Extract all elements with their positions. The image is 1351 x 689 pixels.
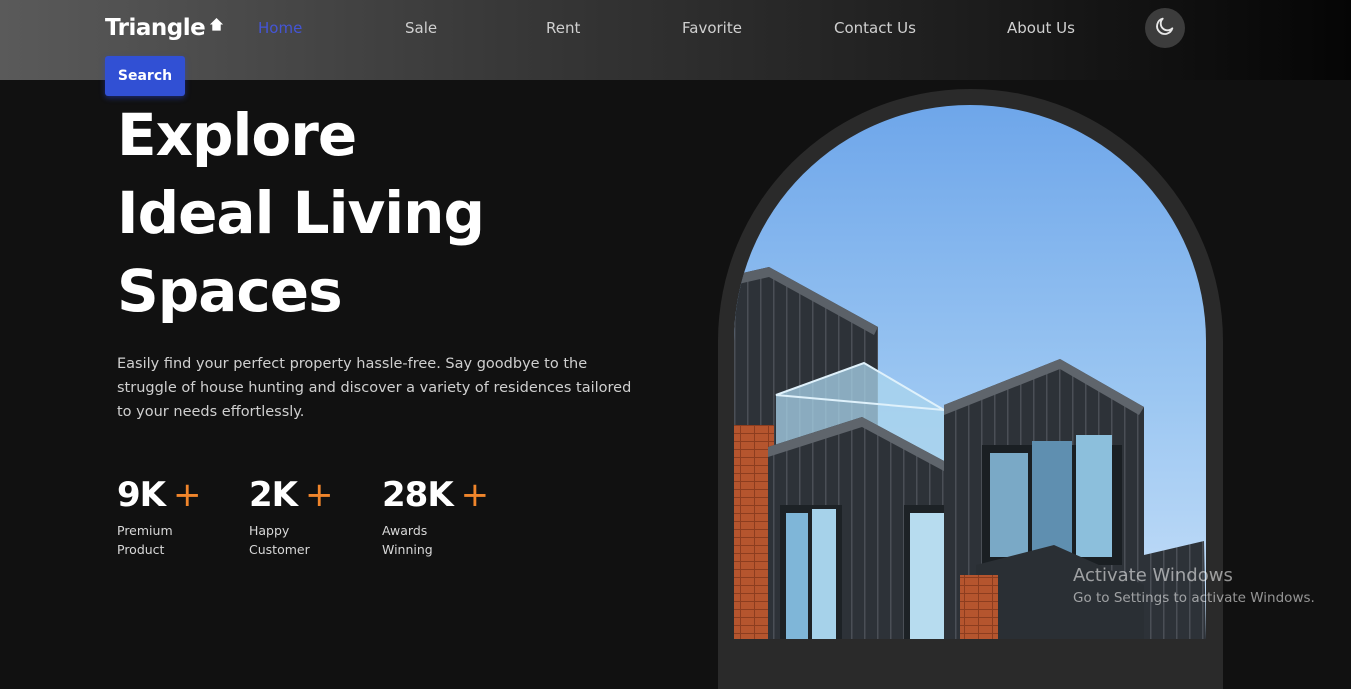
hero-building-image	[734, 105, 1206, 639]
watermark-subtitle: Go to Settings to activate Windows.	[1073, 590, 1315, 606]
stat-value: 28K +	[382, 475, 489, 515]
nav-about-us[interactable]: About Us	[1007, 19, 1075, 37]
nav-home[interactable]: Home	[258, 19, 302, 37]
stat-value: 2K +	[249, 475, 333, 515]
top-navbar: Triangle Home Sale Rent Favorite Contact…	[0, 0, 1351, 80]
nav-rent[interactable]: Rent	[546, 19, 580, 37]
hero-title: Explore Ideal Living Spaces	[117, 96, 485, 330]
stat-awards-winning: 28K + Awards Winning	[382, 475, 489, 559]
plus-sign: +	[305, 475, 333, 515]
hero-title-line: Spaces	[117, 257, 343, 325]
watermark-title: Activate Windows	[1073, 565, 1233, 586]
windows-activation-watermark: Activate Windows Go to Settings to activ…	[1073, 565, 1315, 606]
hero-description: Easily find your perfect property hassle…	[117, 356, 632, 420]
plus-sign: +	[460, 475, 489, 515]
nav-favorite[interactable]: Favorite	[682, 19, 742, 37]
nav-contact-us[interactable]: Contact Us	[834, 19, 916, 37]
logo[interactable]: Triangle	[105, 15, 224, 41]
hero-title-line: Ideal Living	[117, 179, 485, 247]
nav-sale[interactable]: Sale	[405, 19, 437, 37]
hero-title-line: Explore	[117, 101, 357, 169]
stat-premium-product: 9K + Premium Product	[117, 475, 201, 559]
moon-icon	[1154, 15, 1176, 41]
stat-label: Premium Product	[117, 523, 173, 557]
stat-value: 9K +	[117, 475, 201, 515]
stat-label: Awards Winning	[382, 523, 433, 557]
logo-text: Triangle	[105, 15, 206, 41]
plus-sign: +	[173, 475, 201, 515]
stat-happy-customer: 2K + Happy Customer	[249, 475, 333, 559]
home-icon	[209, 17, 224, 36]
stat-label: Happy Customer	[249, 523, 310, 557]
theme-toggle-button[interactable]	[1145, 8, 1185, 48]
search-button[interactable]: Search	[105, 56, 185, 96]
